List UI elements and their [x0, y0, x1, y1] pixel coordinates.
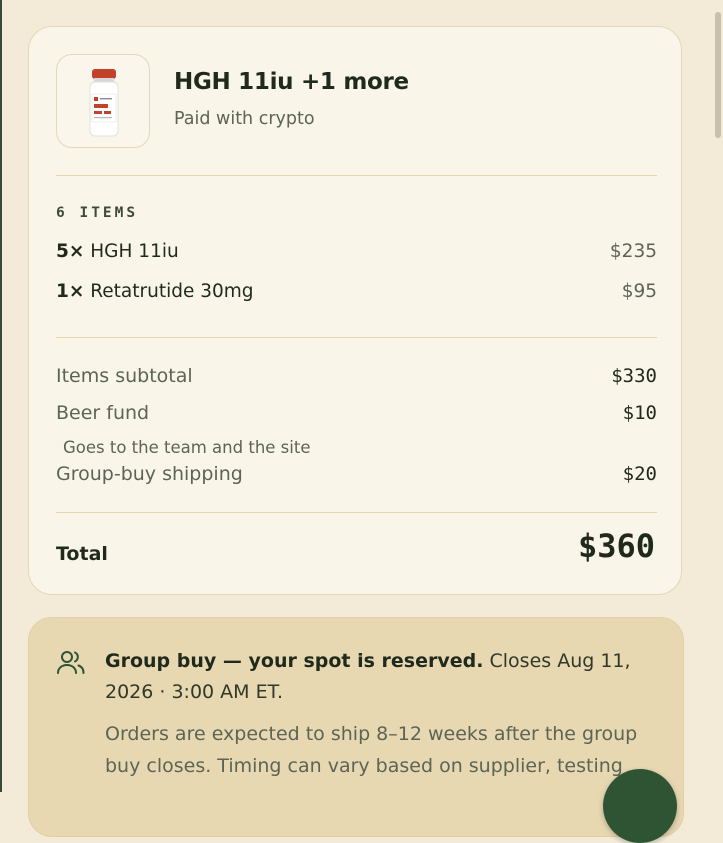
shipping-value: $20: [622, 463, 657, 485]
group-buy-shipping-info: Orders are expected to ship 8–12 weeks a…: [105, 723, 638, 777]
divider: [56, 337, 657, 338]
subtotal-row: Items subtotal $330: [56, 365, 657, 391]
window-edge: [0, 0, 2, 792]
payment-method: Paid with crypto: [174, 109, 315, 129]
items-count-heading: 6 ITEMS: [56, 205, 139, 221]
subtotal-value: $330: [611, 365, 657, 387]
line-item: 5× HGH 11iu $235: [56, 241, 657, 267]
product-thumbnail: [56, 54, 150, 148]
scrollbar-thumb[interactable]: [715, 12, 721, 138]
total-label: Total: [56, 543, 108, 565]
line-item-label: 1× Retatrutide 30mg: [56, 281, 254, 302]
users-icon: [57, 651, 85, 674]
beer-fund-label: Beer fund: [56, 402, 150, 424]
order-summary-card: HGH 11iu +1 more Paid with crypto 6 ITEM…: [28, 26, 682, 595]
beer-fund-note: Goes to the team and the site: [63, 438, 311, 457]
divider: [56, 175, 657, 176]
line-item-price: $95: [621, 281, 657, 302]
line-item-qty: 5×: [56, 241, 85, 262]
total-value: $360: [577, 527, 655, 565]
group-buy-status: Group buy — your spot is reserved.: [105, 650, 484, 672]
beer-fund-row: Beer fund $10: [56, 402, 657, 428]
divider: [56, 512, 657, 513]
group-buy-notice: Group buy — your spot is reserved. Close…: [28, 617, 684, 837]
group-buy-headline: Group buy — your spot is reserved. Close…: [105, 646, 665, 708]
scrollbar[interactable]: [713, 0, 723, 792]
line-item: 1× Retatrutide 30mg $95: [56, 281, 657, 307]
shipping-label: Group-buy shipping: [56, 463, 243, 485]
line-item-label: 5× HGH 11iu: [56, 241, 179, 262]
product-title: HGH 11iu +1 more: [174, 69, 409, 95]
line-item-price: $235: [609, 241, 657, 262]
vial-icon: [89, 69, 119, 137]
chat-button[interactable]: [603, 769, 677, 843]
beer-fund-value: $10: [622, 402, 657, 424]
line-item-name: Retatrutide 30mg: [90, 281, 254, 302]
subtotal-label: Items subtotal: [56, 365, 193, 387]
line-item-name: HGH 11iu: [90, 241, 179, 262]
shipping-row: Group-buy shipping $20: [56, 463, 657, 489]
line-item-qty: 1×: [56, 281, 85, 302]
